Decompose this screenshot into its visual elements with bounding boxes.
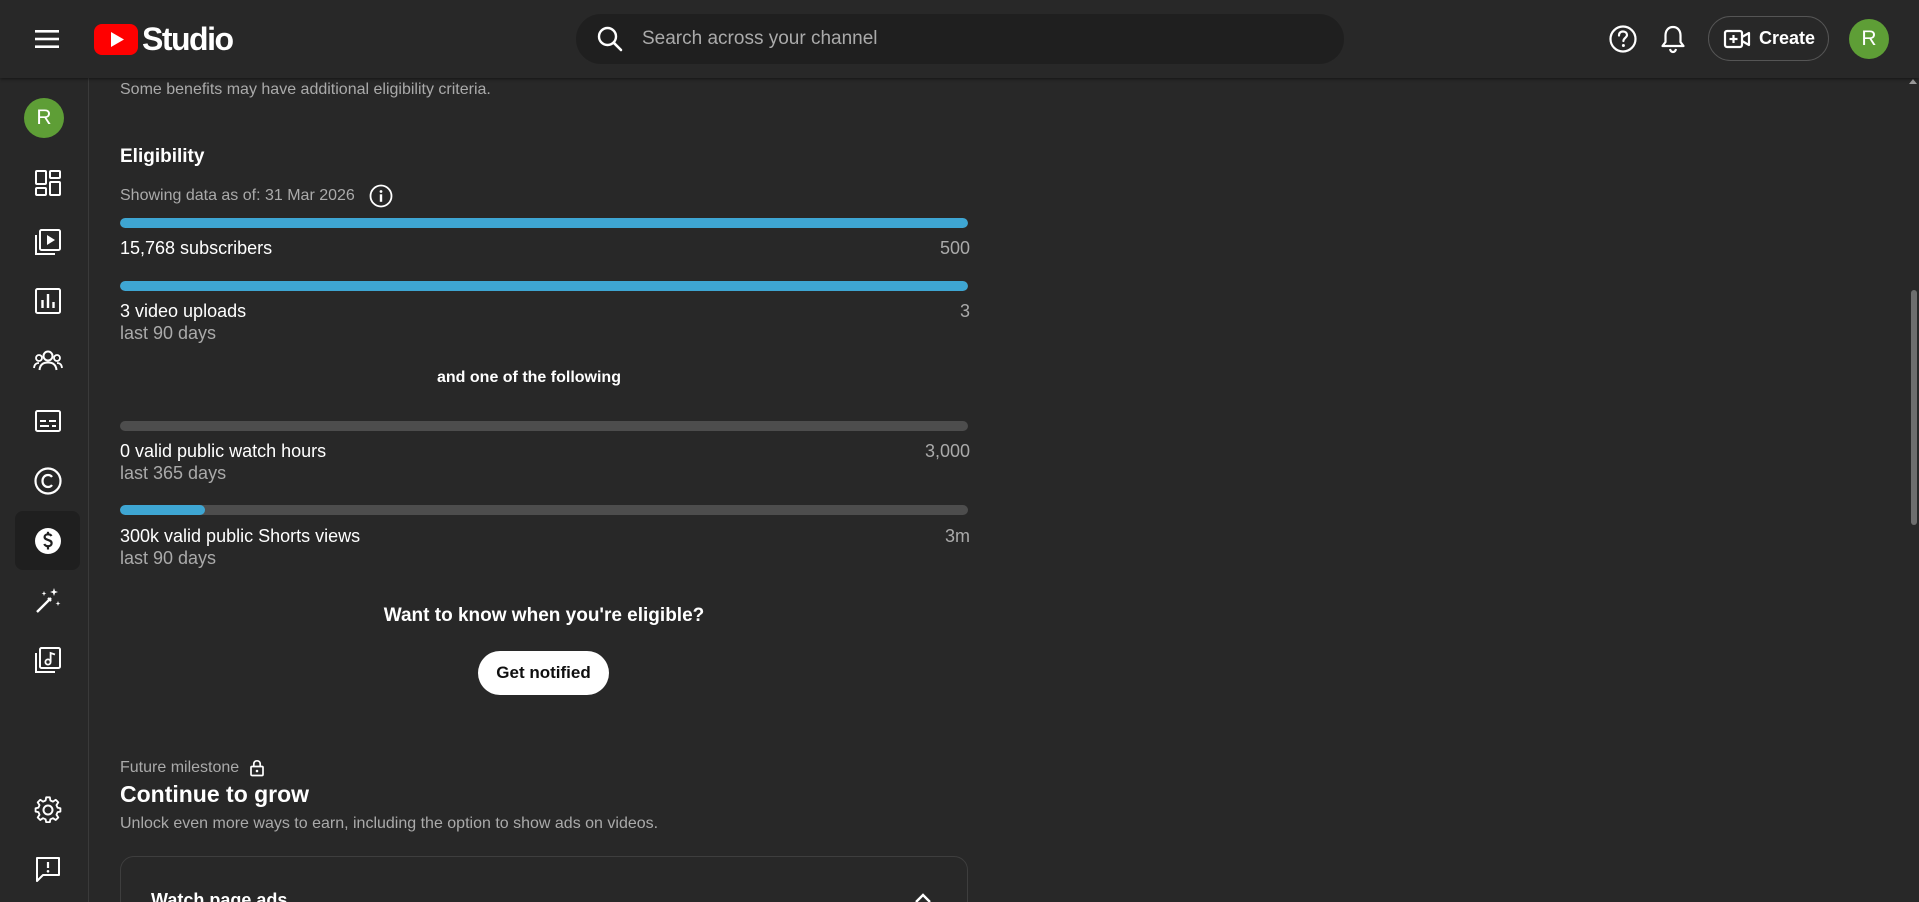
left-sidebar: R	[0, 78, 89, 902]
uploads-target: 3	[959, 301, 970, 321]
subscribers-target: 500	[939, 238, 970, 258]
subscribers-label: 15,768 subscribers	[120, 238, 273, 258]
channel-avatar-letter: R	[36, 106, 52, 129]
watch-page-ads-card[interactable]: Watch page ads	[120, 856, 968, 902]
sidebar-item-audio-library[interactable]	[15, 630, 80, 689]
eligibility-heading: Eligibility	[120, 146, 205, 167]
shorts-views-progress-bar	[120, 505, 968, 515]
sidebar-item-settings[interactable]	[15, 780, 80, 839]
community-icon	[32, 350, 63, 370]
help-icon	[1609, 25, 1637, 53]
create-label: Create	[1759, 28, 1816, 48]
search-icon	[597, 26, 623, 52]
watch-hours-progress-bar	[120, 421, 968, 431]
watch-hours-target: 3,000	[924, 441, 970, 461]
sidebar-item-customization[interactable]	[15, 571, 80, 630]
channel-avatar[interactable]: R	[24, 98, 64, 138]
uploads-progress-bar	[120, 281, 968, 291]
help-button[interactable]	[1606, 22, 1640, 56]
continue-to-grow-heading: Continue to grow	[120, 781, 310, 807]
want-to-know-heading: Want to know when you're eligible?	[383, 605, 705, 626]
shorts-views-target: 3m	[944, 526, 970, 546]
shorts-views-label: 300k valid public Shorts views	[120, 526, 361, 546]
earn-icon	[34, 527, 61, 554]
lock-icon	[250, 759, 265, 777]
and-one-of-following: and one of the following	[437, 369, 621, 386]
info-icon[interactable]	[369, 184, 393, 208]
sidebar-item-feedback[interactable]	[15, 839, 80, 898]
get-notified-button[interactable]: Get notified	[478, 651, 609, 695]
studio-logo[interactable]: Studio	[94, 20, 234, 58]
uploads-progress-fill	[120, 281, 968, 291]
future-milestone-label: Future milestone	[120, 759, 240, 776]
sidebar-item-earn[interactable]	[15, 511, 80, 570]
sidebar-item-analytics[interactable]	[15, 271, 80, 330]
watch-hours-period: last 365 days	[120, 463, 227, 483]
subscribers-progress-fill	[120, 218, 968, 228]
menu-button[interactable]	[26, 20, 68, 58]
notifications-button[interactable]	[1656, 22, 1690, 56]
uploads-label: 3 video uploads	[120, 301, 247, 321]
uploads-period: last 90 days	[120, 323, 217, 343]
sidebar-item-copyright[interactable]	[15, 451, 80, 510]
bell-icon	[1661, 25, 1685, 54]
data-date: Showing data as of: 31 Mar 2026	[120, 184, 393, 208]
shorts-views-period: last 90 days	[120, 548, 217, 568]
search-input[interactable]	[642, 28, 1292, 50]
benefits-note: Some benefits may have additional eligib…	[120, 81, 491, 98]
studio-logo-text: Studio	[142, 20, 234, 57]
dashboard-icon	[34, 169, 61, 196]
subscribers-progress-bar	[120, 218, 968, 228]
copyright-icon	[33, 466, 62, 495]
chevron-up-icon[interactable]	[913, 891, 933, 902]
top-header: Studio Create R	[0, 0, 1919, 78]
watch-hours-label: 0 valid public watch hours	[120, 441, 327, 461]
feedback-icon	[35, 856, 60, 882]
subtitles-icon	[34, 409, 61, 432]
sidebar-item-content[interactable]	[15, 212, 80, 271]
search-bar[interactable]	[576, 14, 1344, 64]
watch-page-ads-title: Watch page ads	[151, 890, 288, 902]
magic-wand-icon	[35, 587, 60, 613]
sidebar-item-dashboard[interactable]	[15, 153, 80, 212]
sidebar-item-subtitles[interactable]	[15, 391, 80, 450]
content-icon	[34, 228, 61, 255]
audio-library-icon	[34, 646, 61, 673]
sidebar-item-community[interactable]	[15, 331, 80, 390]
unlock-description: Unlock even more ways to earn, including…	[120, 815, 659, 832]
shorts-views-progress-fill	[120, 505, 205, 515]
hamburger-menu-icon	[35, 30, 59, 48]
create-video-icon	[1723, 29, 1751, 48]
youtube-logo-icon	[94, 23, 138, 55]
create-button[interactable]: Create	[1708, 16, 1829, 61]
account-avatar-letter: R	[1861, 27, 1877, 50]
data-date-text: Showing data as of: 31 Mar 2026	[120, 187, 355, 204]
account-avatar[interactable]: R	[1849, 19, 1889, 59]
analytics-icon	[34, 287, 61, 314]
gear-icon	[34, 795, 61, 823]
scrollbar-thumb[interactable]	[1911, 290, 1917, 525]
future-milestone: Future milestone	[120, 759, 265, 777]
scroll-up-arrow-icon[interactable]	[1909, 79, 1917, 84]
